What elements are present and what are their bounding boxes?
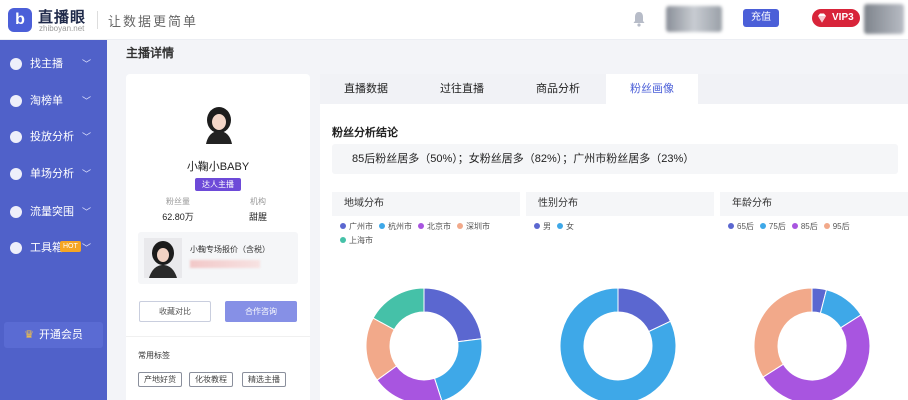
tab-past-lives[interactable]: 过往直播 <box>416 74 508 104</box>
tab-product-analysis[interactable]: 商品分析 <box>512 74 604 104</box>
tab-bar: 直播数据 过往直播 商品分析 粉丝画像 <box>320 74 908 104</box>
org-label: 机构 <box>250 197 266 206</box>
sidebar-item-label: 找主播 <box>30 58 63 70</box>
fans-stat: 粉丝量 62.80万 <box>148 196 208 223</box>
profile-card: 小鞠小BABY 达人主播 粉丝量 62.80万 机构 甜腥 小鞠专场报价（含税）… <box>126 74 310 400</box>
avatar <box>206 107 232 144</box>
org-value: 甜腥 <box>248 212 267 222</box>
top-header: b 直播眼 zhiboyan.net 让数据更简单 充值 VIP3 <box>0 0 908 40</box>
region-distribution: 地域分布 广州市 杭州市 北京市 深圳市上海市 <box>332 192 520 400</box>
donut-chart <box>753 287 871 400</box>
quote-price-blurred <box>190 260 260 268</box>
detail-panel: 直播数据 过往直播 商品分析 粉丝画像 粉丝分析结论 85后粉丝居多（50%）；… <box>320 74 908 400</box>
brand-url: zhiboyan.net <box>39 24 85 33</box>
sidebar: 找主播 ﹀ 淘榜单 ﹀ 投放分析 ﹀ 单场分析 ﹀ 流量突围 ﹀ 工具箱 HOT… <box>0 40 107 400</box>
sidebar-item-label: 投放分析 <box>30 131 74 143</box>
quote-thumbnail <box>144 238 182 278</box>
tag-chip[interactable]: 精选主播 <box>242 372 286 387</box>
header-divider <box>97 11 98 29</box>
user-avatar-blurred[interactable] <box>666 6 722 32</box>
chevron-down-icon: ﹀ <box>82 96 92 106</box>
logo-icon[interactable]: b <box>8 8 32 32</box>
sidebar-item-toolbox[interactable]: 工具箱 HOT ﹀ <box>0 234 107 262</box>
open-membership-button[interactable]: ♛ 开通会员 <box>4 322 103 348</box>
donut-slice[interactable] <box>433 338 483 400</box>
section-title: 粉丝分析结论 <box>332 127 398 139</box>
sidebar-item-label: 工具箱 <box>30 242 63 254</box>
chevron-down-icon: ﹀ <box>82 169 92 179</box>
chart-icon <box>10 131 22 143</box>
chevron-down-icon: ﹀ <box>82 132 92 142</box>
sidebar-item-label: 单场分析 <box>30 168 74 180</box>
slogan: 让数据更简单 <box>108 15 199 30</box>
diamond-icon <box>818 13 826 23</box>
quote-box[interactable]: 小鞠专场报价（含税） <box>138 232 298 284</box>
flow-icon <box>10 206 22 218</box>
tag-chip[interactable]: 产地好货 <box>138 372 182 387</box>
bell-icon[interactable] <box>632 11 646 27</box>
age-distribution: 年龄分布 65后 75后 85后 95后 <box>720 192 908 400</box>
tab-fans-profile[interactable]: 粉丝画像 <box>606 74 698 104</box>
tool-icon <box>10 242 22 254</box>
vip-badge[interactable]: VIP3 <box>812 9 860 27</box>
common-tags-label: 常用标签 <box>138 351 170 360</box>
quote-title: 小鞠专场报价（含税） <box>190 245 270 254</box>
consult-button[interactable]: 合作咨询 <box>225 301 297 322</box>
crown-icon: ♛ <box>24 329 34 341</box>
sidebar-item-find-anchor[interactable]: 找主播 ﹀ <box>0 50 107 78</box>
vip-label: VIP3 <box>832 12 854 23</box>
plus-icon <box>10 168 22 180</box>
hot-badge: HOT <box>60 241 81 252</box>
trophy-icon <box>10 95 22 107</box>
sidebar-item-session-analysis[interactable]: 单场分析 ﹀ <box>0 160 107 188</box>
fans-value: 62.80万 <box>162 212 194 222</box>
sidebar-item-rankings[interactable]: 淘榜单 ﹀ <box>0 87 107 115</box>
user-name-blurred[interactable] <box>864 4 904 34</box>
fans-label: 粉丝量 <box>166 197 190 206</box>
org-stat: 机构 甜腥 <box>228 196 288 223</box>
gender-distribution: 性别分布 男女 <box>526 192 714 400</box>
recharge-button[interactable]: 充值 <box>743 9 779 27</box>
sidebar-item-traffic[interactable]: 流量突围 ﹀ <box>0 198 107 226</box>
anchor-name: 小鞠小BABY <box>186 161 250 173</box>
donut-chart <box>559 287 677 400</box>
tag-chip[interactable]: 化妆教程 <box>189 372 233 387</box>
user-icon <box>10 58 22 70</box>
chevron-down-icon: ﹀ <box>82 243 92 253</box>
chevron-down-icon: ﹀ <box>82 207 92 217</box>
card-divider <box>126 336 310 337</box>
sidebar-item-label: 淘榜单 <box>30 95 63 107</box>
sidebar-item-ad-analysis[interactable]: 投放分析 ﹀ <box>0 123 107 151</box>
donut-slice[interactable] <box>753 287 813 378</box>
member-label: 开通会员 <box>38 329 83 341</box>
tab-live-data[interactable]: 直播数据 <box>320 74 412 104</box>
donut-chart <box>365 287 483 400</box>
sidebar-item-label: 流量突围 <box>30 206 74 218</box>
donut-slice[interactable] <box>423 287 483 343</box>
chevron-down-icon: ﹀ <box>82 59 92 69</box>
anchor-type-tag: 达人主播 <box>195 178 241 191</box>
analysis-conclusion: 85后粉丝居多（50%）；女粉丝居多（82%）；广州市粉丝居多（23%） <box>332 144 898 174</box>
compare-button[interactable]: 收藏对比 <box>139 301 211 322</box>
page-title: 主播详情 <box>126 46 175 60</box>
